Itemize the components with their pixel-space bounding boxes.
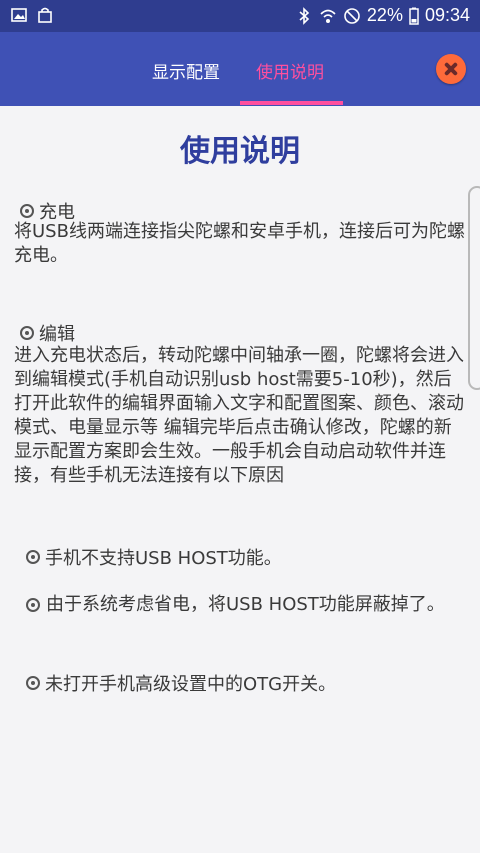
bullet-icon (26, 550, 40, 564)
section-text-charge: 将USB线两端连接指尖陀螺和安卓手机，连接后可为陀螺充电。 (14, 221, 465, 266)
notification-icons (10, 6, 54, 24)
status-bar: 22% 09:34 (0, 0, 480, 32)
section-heading-edit: 编辑 (20, 320, 75, 346)
list-item: 手机不支持USB HOST功能。 (26, 544, 282, 570)
shopping-bag-icon (38, 7, 52, 23)
bullet-icon (20, 204, 34, 218)
instructions-content: 使用说明 充电 将USB线两端连接指尖陀螺和安卓手机，连接后可为陀螺充电。 编辑… (0, 106, 480, 853)
clock: 09:34 (424, 5, 470, 25)
page-title: 使用说明 (180, 134, 300, 169)
list-item: 由于系统考虑省电，将USB HOST功能屏蔽掉了。 (26, 593, 456, 617)
active-tab-indicator (240, 101, 343, 105)
image-icon (11, 8, 27, 22)
scrollbar[interactable] (468, 186, 480, 390)
bullet-icon (26, 598, 40, 612)
close-button[interactable] (436, 54, 466, 84)
battery-icon (409, 7, 419, 25)
app-bar: 显示配置 使用说明 (0, 32, 480, 106)
section-heading-text: 编辑 (39, 324, 75, 345)
reason-text: 未打开手机高级设置中的OTG开关。 (45, 674, 337, 695)
bullet-icon (20, 326, 34, 340)
system-status: 22% 09:34 (295, 5, 470, 26)
tab-display-config[interactable]: 显示配置 (152, 58, 220, 83)
section-text-edit: 进入充电状态后，转动陀螺中间轴承一圈，陀螺将会进入到编辑模式(手机自动识别usb… (14, 345, 464, 486)
bluetooth-icon (299, 6, 310, 25)
wifi-icon (320, 9, 336, 23)
tab-instructions[interactable]: 使用说明 (256, 58, 324, 83)
reason-text: 手机不支持USB HOST功能。 (45, 548, 282, 569)
battery-percent: 22% (366, 5, 403, 25)
list-item: 未打开手机高级设置中的OTG开关。 (26, 670, 336, 696)
do-not-disturb-icon (344, 7, 360, 24)
bullet-icon (26, 676, 40, 690)
reason-text: 由于系统考虑省电，将USB HOST功能屏蔽掉了。 (46, 594, 445, 615)
